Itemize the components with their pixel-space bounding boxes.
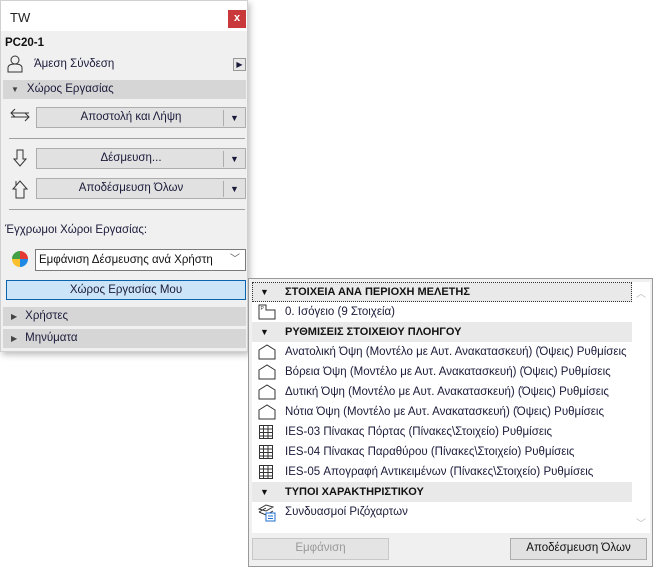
show-button[interactable]: Εμφάνιση [252, 538, 389, 560]
collapse-icon: ▼ [260, 487, 269, 497]
users-section-header[interactable]: ▶ Χρήστες [3, 307, 246, 326]
section-label: Μηνύματα [25, 332, 78, 344]
item-label: Βόρεια Όψη (Μοντέλο με Αυτ. Ανακατασκευή… [285, 366, 611, 378]
elevation-icon [258, 404, 276, 420]
story-icon: P [258, 304, 276, 320]
section-label: Χρήστες [25, 310, 69, 322]
reserve-button[interactable]: Δέσμευση... ▼ [36, 148, 246, 169]
scroll-down-icon[interactable]: ﹀ [632, 515, 650, 530]
group-title: ΡΥΘΜΙΣΕΙΣ ΣΤΟΙΧΕΙΟΥ ΠΛΟΗΓΟΥ [285, 326, 462, 338]
list-item[interactable]: Ανατολική Όψη (Μοντέλο με Αυτ. Ανακατασκ… [252, 342, 632, 362]
group-header[interactable]: ▼ ΣΤΟΙΧΕΙΑ ΑΝΑ ΠΕΡΙΟΧΗ ΜΕΛΕΤΗΣ [252, 282, 632, 302]
schedule-icon [258, 464, 276, 480]
expand-icon: ▶ [11, 334, 18, 343]
collapse-icon: ▼ [11, 85, 19, 94]
elevation-icon [258, 364, 276, 380]
select-value: Εμφάνιση Δέσμευσης ανά Χρήστη [39, 254, 213, 266]
elevation-icon [258, 344, 276, 360]
title-bar: TW x [1, 1, 247, 31]
connection-status: Άμεση Σύνδεση [34, 58, 115, 70]
item-label: IES-03 Πίνακας Πόρτας (Πίνακες\Στοιχείο)… [285, 426, 553, 438]
release-arrow-up-icon [11, 179, 29, 204]
svg-text:P: P [261, 306, 265, 312]
release-popup: ▼ ΣΤΟΙΧΕΙΑ ΑΝΑ ΠΕΡΙΟΧΗ ΜΕΛΕΤΗΣ P 0. Ισόγειο… [248, 278, 653, 567]
divider [9, 138, 245, 139]
item-label: Νότια Όψη (Μοντέλο με Αυτ. Ανακατασκευή)… [285, 406, 605, 418]
list-item[interactable]: Νότια Όψη (Μοντέλο με Αυτ. Ανακατασκευή)… [252, 402, 632, 422]
section-label: Χώρος Εργασίας [26, 83, 114, 95]
send-receive-button[interactable]: Αποστολή και Λήψη ▼ [36, 107, 246, 128]
chevron-down-icon: ﹀ [230, 254, 240, 265]
dropdown-arrow-icon[interactable]: ▼ [223, 181, 245, 197]
reserved-items-list: ▼ ΣΤΟΙΧΕΙΑ ΑΝΑ ΠΕΡΙΟΧΗ ΜΕΛΕΤΗΣ P 0. Ισόγειο… [252, 282, 632, 533]
list-item[interactable]: Συνδυασμοί Ριζόχαρτων [252, 502, 632, 522]
button-label: Δέσμευση... [100, 152, 162, 164]
dropdown-arrow-icon[interactable]: ▼ [223, 151, 245, 167]
reserve-arrow-down-icon [12, 149, 28, 172]
list-item[interactable]: IES-04 Πίνακας Παραθύρου (Πίνακες\Στοιχε… [252, 442, 632, 462]
button-label: Αποδέσμευση Όλων [78, 182, 184, 194]
divider [9, 209, 245, 210]
list-item[interactable]: P 0. Ισόγειο (9 Στοιχεία) [252, 302, 632, 322]
release-all-popup-button[interactable]: Αποδέσμευση Όλων [510, 538, 647, 560]
layer-combo-icon [257, 504, 276, 522]
vertical-scrollbar[interactable]: ︿ ﹀ [632, 282, 650, 533]
collapse-icon: ▼ [260, 287, 269, 297]
messages-section-header[interactable]: ▶ Μηνύματα [3, 329, 246, 348]
group-header[interactable]: ▼ ΤΥΠΟΙ ΧΑΡΑΚΤΗΡΙΣΤΙΚΟΥ [252, 482, 632, 502]
item-label: 0. Ισόγειο (9 Στοιχεία) [285, 306, 396, 318]
teamwork-panel: TW x PC20-1 Άμεση Σύνδεση ▶ ▼ Χώρος Εργασ… [0, 0, 248, 352]
item-label: Δυτική Όψη (Μοντέλο με Αυτ. Ανακατασκευή… [285, 386, 609, 398]
panel-title: TW [10, 10, 31, 25]
send-receive-icon [10, 107, 30, 128]
schedule-icon [258, 424, 276, 440]
expand-icon: ▶ [11, 312, 18, 321]
workspace-section-header[interactable]: ▼ Χώρος Εργασίας [3, 80, 246, 99]
colored-workspaces-label: Έγχρωμοι Χώροι Εργασίας: [5, 224, 148, 236]
item-label: Συνδυασμοί Ριζόχαρτων [285, 506, 408, 518]
item-label: IES-05 Απογραφή Αντικειμένων (Πίνακες\Στ… [285, 466, 594, 478]
my-workspace-button[interactable]: Χώρος Εργασίας Μου [6, 280, 246, 300]
dropdown-arrow-icon[interactable]: ▼ [223, 110, 245, 126]
item-label: IES-04 Πίνακας Παραθύρου (Πίνακες\Στοιχε… [285, 446, 575, 458]
collapse-icon: ▼ [260, 327, 269, 337]
color-wheel-icon [12, 251, 28, 272]
list-item[interactable]: Βόρεια Όψη (Μοντέλο με Αυτ. Ανακατασκευή… [252, 362, 632, 382]
color-mode-select[interactable]: Εμφάνιση Δέσμευσης ανά Χρήστη ﹀ [35, 249, 246, 271]
group-title: ΣΤΟΙΧΕΙΑ ΑΝΑ ΠΕΡΙΟΧΗ ΜΕΛΕΤΗΣ [285, 286, 470, 298]
elevation-icon [258, 384, 276, 400]
connection-expand-button[interactable]: ▶ [233, 58, 246, 71]
release-all-button[interactable]: Αποδέσμευση Όλων ▼ [36, 178, 246, 199]
group-title: ΤΥΠΟΙ ΧΑΡΑΚΤΗΡΙΣΤΙΚΟΥ [285, 486, 424, 498]
user-icon [7, 55, 23, 78]
list-item[interactable]: IES-05 Απογραφή Αντικειμένων (Πίνακες\Στ… [252, 462, 632, 482]
list-item[interactable]: IES-03 Πίνακας Πόρτας (Πίνακες\Στοιχείο)… [252, 422, 632, 442]
close-button[interactable]: x [228, 10, 246, 28]
group-header[interactable]: ▼ ΡΥΘΜΙΣΕΙΣ ΣΤΟΙΧΕΙΟΥ ΠΛΟΗΓΟΥ [252, 322, 632, 342]
project-name: PC20-1 [5, 37, 44, 49]
schedule-icon [258, 444, 276, 460]
scroll-up-icon[interactable]: ︿ [632, 285, 650, 300]
button-label: Αποστολή και Λήψη [80, 111, 182, 123]
item-label: Ανατολική Όψη (Μοντέλο με Αυτ. Ανακατασκ… [285, 346, 627, 358]
list-item[interactable]: Δυτική Όψη (Μοντέλο με Αυτ. Ανακατασκευή… [252, 382, 632, 402]
